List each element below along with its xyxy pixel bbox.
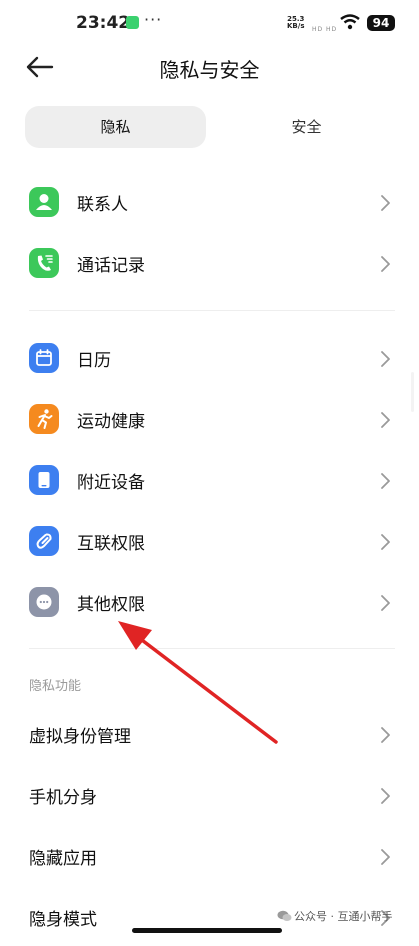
top-bar: 隐私与安全 xyxy=(0,46,419,90)
list-item-calendar[interactable]: 日历 xyxy=(0,331,419,387)
home-indicator[interactable] xyxy=(132,928,282,933)
list-item-label: 通话记录 xyxy=(77,256,145,276)
contact-icon xyxy=(29,187,59,217)
list-item-hidden-apps[interactable]: 隐藏应用 xyxy=(0,829,419,885)
chevron-right-icon xyxy=(381,351,390,367)
list-item-label: 日历 xyxy=(77,351,111,371)
link-icon xyxy=(29,526,59,556)
tab-security[interactable]: 安全 xyxy=(216,106,397,148)
divider xyxy=(29,648,395,649)
list-item-label: 隐身模式 xyxy=(29,910,97,930)
call-log-icon xyxy=(29,248,59,278)
scrollbar[interactable] xyxy=(411,372,414,412)
list-item-label: 手机分身 xyxy=(29,788,97,808)
status-time: 23:42 xyxy=(76,13,131,33)
more-notifications-icon: ··· xyxy=(144,10,163,29)
list-item-second-space[interactable]: 手机分身 xyxy=(0,768,419,824)
list-item-label: 互联权限 xyxy=(77,534,145,554)
status-bar: 23:42 ··· 25.3 KB/s HD HD 94 xyxy=(0,0,419,46)
chevron-right-icon xyxy=(381,788,390,804)
tab-privacy[interactable]: 隐私 xyxy=(25,106,206,148)
list-item-interconnect[interactable]: 互联权限 xyxy=(0,514,419,570)
page-title: 隐私与安全 xyxy=(159,58,260,82)
network-speed: 25.3 KB/s xyxy=(287,16,304,30)
list-item-label: 附近设备 xyxy=(77,473,145,493)
hd-indicator: HD HD xyxy=(312,26,338,33)
running-icon xyxy=(29,404,59,434)
list-item-nearby-devices[interactable]: 附近设备 xyxy=(0,453,419,509)
chevron-right-icon xyxy=(381,849,390,865)
calendar-icon xyxy=(29,343,59,373)
list-item-label: 运动健康 xyxy=(77,412,145,432)
chevron-right-icon xyxy=(381,473,390,489)
chevron-right-icon xyxy=(381,727,390,743)
chevron-right-icon xyxy=(381,534,390,550)
list-item-contacts[interactable]: 联系人 xyxy=(0,175,419,231)
list-item-label: 隐藏应用 xyxy=(29,849,97,869)
tablet-icon xyxy=(29,465,59,495)
list-item-virtual-identity[interactable]: 虚拟身份管理 xyxy=(0,707,419,763)
section-title-privacy-features: 隐私功能 xyxy=(29,679,82,694)
list-item-label: 联系人 xyxy=(77,195,128,215)
message-notification-icon xyxy=(126,16,139,29)
list-item-label: 虚拟身份管理 xyxy=(29,727,131,747)
list-item-label: 其他权限 xyxy=(77,595,145,615)
chevron-right-icon xyxy=(381,412,390,428)
list-item-call-log[interactable]: 通话记录 xyxy=(0,236,419,292)
list-item-sport-health[interactable]: 运动健康 xyxy=(0,392,419,448)
more-icon xyxy=(29,587,59,617)
chevron-right-icon xyxy=(381,195,390,211)
network-speed-unit: KB/s xyxy=(287,22,305,30)
watermark: 公众号 · 互通小帮手 xyxy=(294,910,393,923)
chevron-right-icon xyxy=(381,595,390,611)
chevron-right-icon xyxy=(381,256,390,272)
list-item-other-permissions[interactable]: 其他权限 xyxy=(0,575,419,631)
wifi-icon xyxy=(340,14,360,30)
divider xyxy=(29,310,395,311)
battery-indicator: 94 xyxy=(367,15,395,31)
wechat-icon xyxy=(277,910,292,921)
